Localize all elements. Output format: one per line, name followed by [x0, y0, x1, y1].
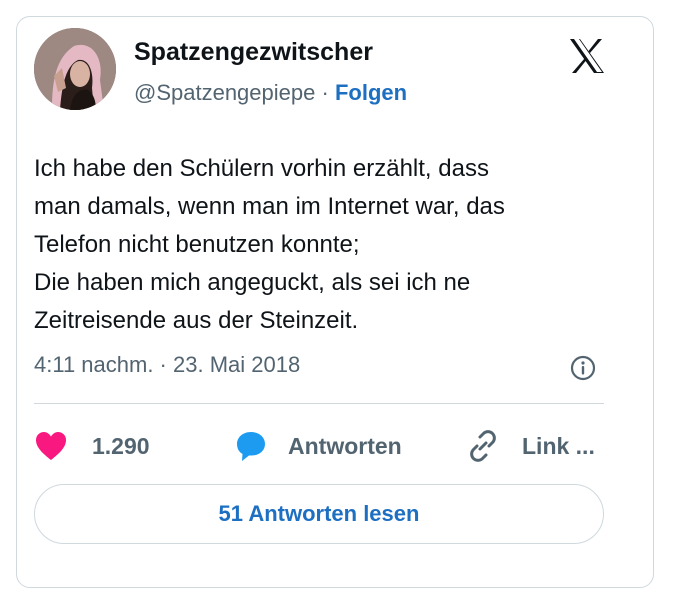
- author-handle[interactable]: @Spatzengepiepe: [134, 80, 315, 105]
- speech-bubble-icon: [237, 432, 265, 461]
- read-replies-button[interactable]: 51 Antworten lesen: [34, 484, 604, 544]
- copy-link-label: Link ...: [522, 432, 595, 459]
- info-icon[interactable]: [570, 355, 596, 381]
- author-handle-line: @Spatzengepiepe · Folgen: [134, 80, 407, 106]
- tweet-text: Ich habe den Schülern vorhin erzählt, da…: [34, 150, 614, 340]
- tweet-text-line: Ich habe den Schülern vorhin erzählt, da…: [34, 155, 489, 182]
- action-bar: 1.290 Antworten Link ...: [34, 426, 624, 466]
- copy-link-button[interactable]: Link ...: [466, 426, 595, 466]
- author-display-name[interactable]: Spatzengezwitscher: [134, 38, 373, 67]
- heart-icon: [36, 432, 66, 460]
- tweet-timestamp[interactable]: 4:11 nachm. · 23. Mai 2018: [34, 352, 300, 378]
- reply-button[interactable]: Antworten: [234, 426, 402, 466]
- like-count: 1.290: [92, 432, 150, 459]
- read-replies-label: 51 Antworten lesen: [218, 501, 420, 526]
- x-logo-icon[interactable]: [567, 36, 607, 76]
- profile-photo-icon: [34, 28, 116, 110]
- reply-label: Antworten: [288, 432, 402, 459]
- avatar[interactable]: [34, 28, 116, 110]
- follow-button[interactable]: Folgen: [335, 80, 407, 105]
- divider: [34, 403, 604, 404]
- link-icon: [470, 430, 496, 462]
- like-button[interactable]: 1.290: [34, 426, 150, 466]
- tweet-text-line: Zeitreisende aus der Steinzeit.: [34, 307, 359, 334]
- tweet-text-line: Die haben mich angeguckt, als sei ich ne: [34, 269, 471, 296]
- tweet-text-line: man damals, wenn man im Internet war, da…: [34, 193, 505, 220]
- tweet-text-line: Telefon nicht benutzen konnte;: [34, 231, 360, 258]
- separator-dot: ·: [321, 80, 329, 105]
